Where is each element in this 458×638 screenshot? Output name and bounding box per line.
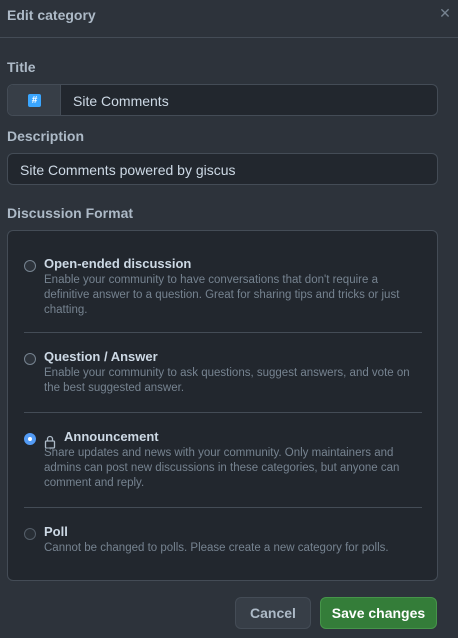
radio-question-answer[interactable] — [24, 353, 36, 365]
close-icon[interactable]: ✕ — [438, 6, 452, 20]
option-title: Question / Answer — [44, 349, 158, 364]
format-option-question-answer[interactable]: Question / Answer Enable your community … — [8, 349, 437, 399]
dialog-header: Edit category ✕ — [0, 0, 458, 38]
option-title: Poll — [44, 524, 68, 539]
divider — [24, 332, 422, 333]
format-option-open-ended[interactable]: Open-ended discussion Enable your commun… — [8, 256, 437, 326]
option-description: Cannot be changed to polls. Please creat… — [44, 542, 389, 554]
radio-poll[interactable] — [24, 528, 36, 540]
emoji-picker-button[interactable]: # — [8, 85, 61, 115]
dialog-title: Edit category — [7, 7, 96, 23]
divider — [24, 412, 422, 413]
hash-emoji-icon: # — [28, 94, 41, 107]
format-option-announcement[interactable]: Announcement Share updates and news with… — [8, 429, 437, 499]
discussion-format-options: Open-ended discussion Enable your commun… — [7, 230, 438, 581]
format-option-poll[interactable]: Poll Cannot be changed to polls. Please … — [8, 524, 437, 560]
title-label: Title — [7, 59, 36, 75]
option-description: Share updates and news with your communi… — [44, 447, 400, 489]
description-value: Site Comments powered by giscus — [20, 162, 236, 178]
radio-open-ended[interactable] — [24, 260, 36, 272]
option-title: Open-ended discussion — [44, 256, 192, 271]
divider — [24, 507, 422, 508]
option-title: Announcement — [64, 429, 159, 444]
title-field: # Site Comments — [7, 84, 438, 116]
option-description: Enable your community to ask questions, … — [44, 367, 410, 394]
description-label: Description — [7, 128, 85, 144]
description-input[interactable]: Site Comments powered by giscus — [7, 153, 438, 185]
discussion-format-label: Discussion Format — [7, 205, 134, 221]
radio-announcement[interactable] — [24, 433, 36, 445]
save-changes-button[interactable]: Save changes — [320, 597, 437, 629]
title-input[interactable]: Site Comments — [73, 93, 169, 109]
option-description: Enable your community to have conversati… — [44, 274, 400, 316]
cancel-button[interactable]: Cancel — [235, 597, 311, 629]
